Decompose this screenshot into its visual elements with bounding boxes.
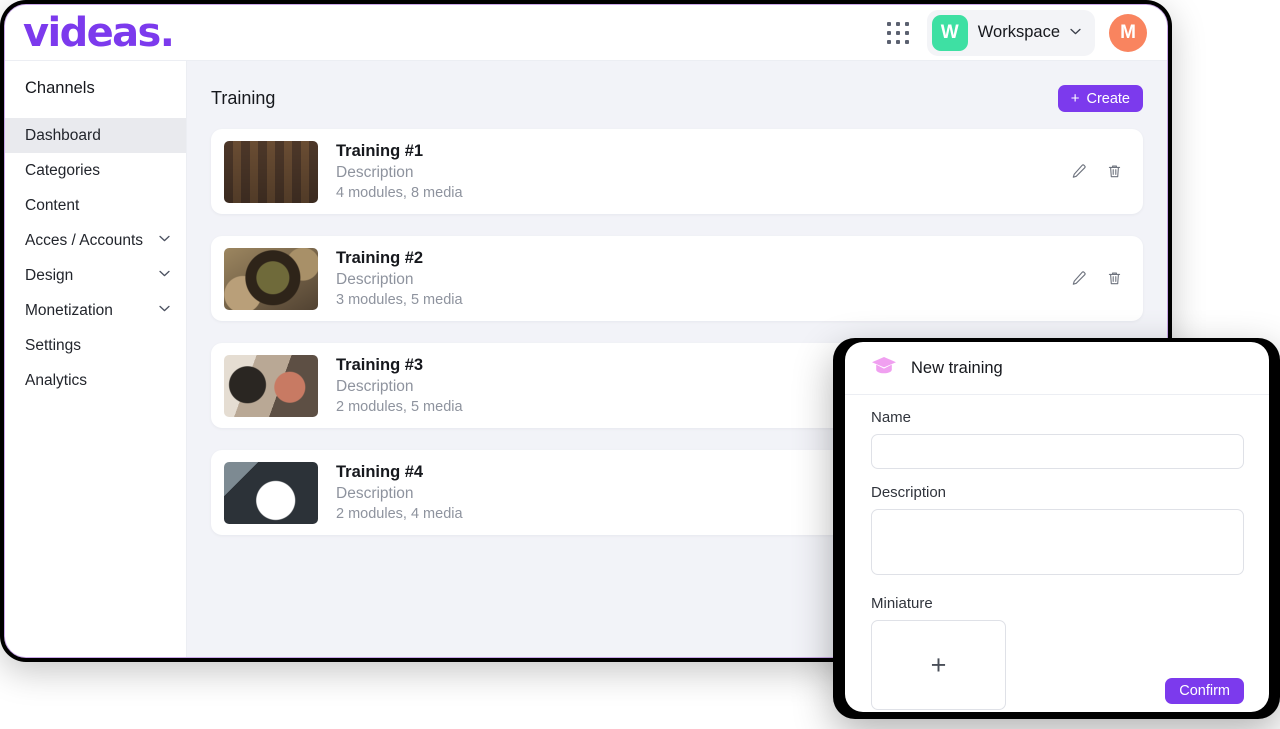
name-field-label: Name xyxy=(871,409,912,426)
sidebar-item-content[interactable]: Content xyxy=(5,188,186,223)
chevron-down-icon xyxy=(159,234,170,245)
pencil-icon[interactable] xyxy=(1067,161,1089,183)
apps-grid-dot xyxy=(895,21,900,26)
sidebar-item-label: Settings xyxy=(25,336,82,354)
modal-header: New training xyxy=(845,342,1269,395)
sidebar-item-label: Analytics xyxy=(25,371,88,389)
training-info: Training #1 Description 4 modules, 8 med… xyxy=(336,142,1067,201)
sidebar-title: Channels xyxy=(25,79,95,97)
training-thumbnail xyxy=(224,354,318,417)
avatar[interactable]: M xyxy=(1109,13,1147,52)
apps-grid-dot xyxy=(895,30,900,35)
sidebar: Channels Dashboard Categories Content Ac… xyxy=(5,61,187,657)
miniature-field-label: Miniature xyxy=(871,595,933,612)
graduation-cap-icon xyxy=(871,356,897,381)
apps-grid-dot xyxy=(886,30,891,35)
plus-icon: + xyxy=(930,649,947,680)
training-title: Training #1 xyxy=(336,142,424,160)
new-training-modal: New training Name Description Miniature … xyxy=(845,342,1269,712)
table-row[interactable]: Training #2 Description 3 modules, 5 med… xyxy=(211,236,1143,321)
chevron-down-icon xyxy=(1070,27,1081,38)
chevron-down-icon xyxy=(159,269,170,280)
plus-icon: + xyxy=(1070,90,1080,107)
sidebar-item-label: Content xyxy=(25,196,80,214)
workspace-badge: W xyxy=(931,14,968,51)
sidebar-item-dashboard[interactable]: Dashboard xyxy=(5,118,186,153)
sidebar-item-label: Monetization xyxy=(25,301,113,319)
workspace-label: Workspace xyxy=(977,23,1060,41)
apps-grid-icon[interactable] xyxy=(883,18,913,48)
sidebar-item-label: Design xyxy=(25,266,74,284)
training-description: Description xyxy=(336,271,414,288)
app-header: videas. W Workspace M xyxy=(5,5,1167,61)
header-right-cluster: W Workspace M xyxy=(883,9,1147,56)
training-description: Description xyxy=(336,164,414,181)
miniature-row: + Confirm xyxy=(871,620,1244,710)
training-actions xyxy=(1067,161,1125,183)
description-field-label: Description xyxy=(871,484,947,501)
sidebar-item-design[interactable]: Design xyxy=(5,258,186,293)
apps-grid-dot xyxy=(904,21,909,26)
training-title: Training #2 xyxy=(336,249,424,267)
modal-body: Name Description Miniature + Confirm xyxy=(845,395,1269,710)
apps-grid-dot xyxy=(904,30,909,35)
training-thumbnail xyxy=(224,140,318,203)
apps-grid-dot xyxy=(904,39,909,44)
table-row[interactable]: Training #1 Description 4 modules, 8 med… xyxy=(211,129,1143,214)
sidebar-item-analytics[interactable]: Analytics xyxy=(5,363,186,398)
modal-title: New training xyxy=(911,358,1003,377)
sidebar-item-label: Acces / Accounts xyxy=(25,231,144,249)
create-button[interactable]: + Create xyxy=(1057,85,1143,112)
apps-grid-dot xyxy=(886,21,891,26)
main-header: Training + Create xyxy=(187,61,1167,112)
sidebar-item-monetization[interactable]: Monetization xyxy=(5,293,186,328)
chevron-down-icon xyxy=(159,304,170,315)
pencil-icon[interactable] xyxy=(1067,268,1089,290)
apps-grid-dot xyxy=(895,39,900,44)
trash-icon[interactable] xyxy=(1103,161,1125,183)
confirm-button[interactable]: Confirm xyxy=(1165,678,1244,704)
training-info: Training #2 Description 3 modules, 5 med… xyxy=(336,249,1067,308)
sidebar-item-categories[interactable]: Categories xyxy=(5,153,186,188)
training-actions xyxy=(1067,268,1125,290)
training-thumbnail xyxy=(224,247,318,310)
description-input[interactable] xyxy=(871,509,1244,575)
brand-logo[interactable]: videas. xyxy=(23,13,175,53)
new-training-modal-frame: New training Name Description Miniature … xyxy=(833,338,1280,719)
sidebar-item-label: Categories xyxy=(25,161,100,179)
sidebar-item-settings[interactable]: Settings xyxy=(5,328,186,363)
sidebar-item-acces-accounts[interactable]: Acces / Accounts xyxy=(5,223,186,258)
sidebar-item-label: Dashboard xyxy=(25,126,101,144)
training-meta: 3 modules, 5 media xyxy=(336,292,463,308)
training-meta: 4 modules, 8 media xyxy=(336,185,463,201)
training-thumbnail xyxy=(224,461,318,524)
screen-root: videas. W Workspace M Channels Dashboard… xyxy=(0,0,1280,729)
page-title: Training xyxy=(211,88,276,108)
name-input[interactable] xyxy=(871,434,1244,469)
workspace-switcher[interactable]: W Workspace xyxy=(926,9,1095,56)
apps-grid-dot xyxy=(886,39,891,44)
trash-icon[interactable] xyxy=(1103,268,1125,290)
miniature-upload-dropzone[interactable]: + xyxy=(871,620,1006,710)
create-button-label: Create xyxy=(1086,90,1130,107)
